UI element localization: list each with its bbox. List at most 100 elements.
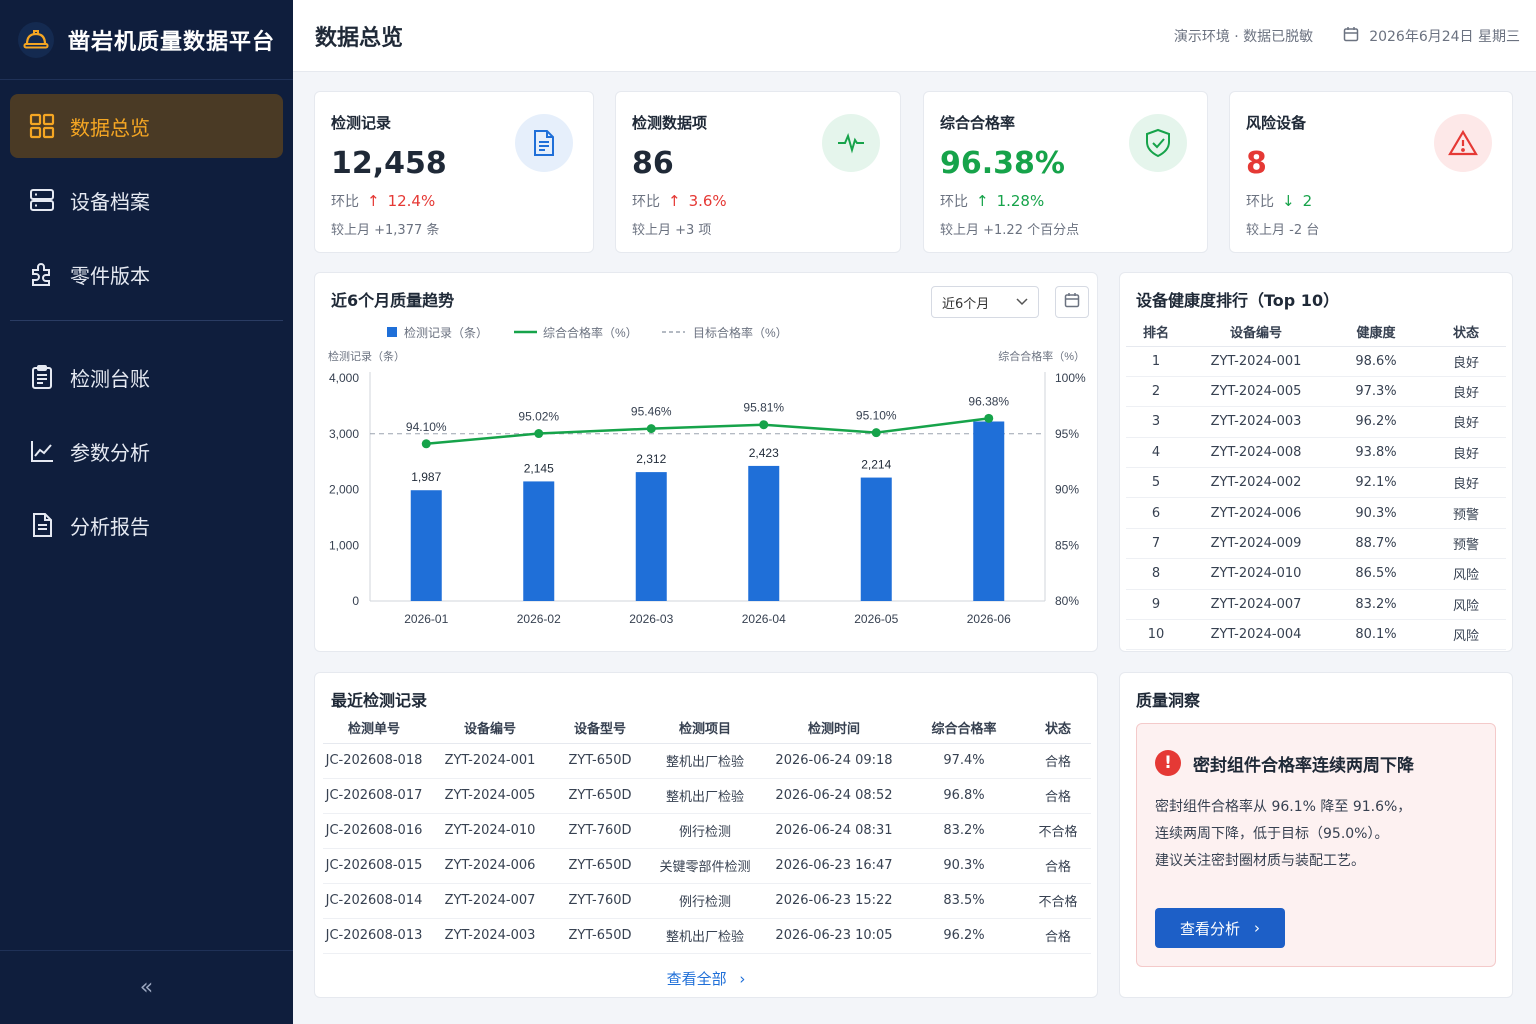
table-row[interactable]: 6 ZYT-2024-006 90.3% 预警 (1126, 497, 1506, 529)
kpi-mom: 环比 ↓ 2 (1246, 191, 1312, 211)
column-header: 综合合格率 (903, 713, 1025, 744)
y-tick-label-right: 80% (1055, 594, 1079, 608)
item-cell: 例行检测 (645, 813, 765, 849)
alert-icon: ! (1155, 750, 1181, 776)
status-cell: 合格 (1025, 743, 1091, 779)
records-card: 最近检测记录 检测单号 设备编号 设备型号 检测项目 检测时间 综合合格率 状态… (314, 672, 1098, 998)
device-id-cell: ZYT-2024-003 (1186, 406, 1326, 438)
server-icon (28, 186, 56, 214)
pass-rate-label: 95.02% (518, 410, 559, 424)
y-tick-label-left: 3,000 (329, 427, 359, 441)
sidebar-item-parts[interactable]: 零件版本 (10, 242, 283, 306)
health-cell: 98.6% (1326, 346, 1426, 377)
table-row[interactable]: 2 ZYT-2024-005 97.3% 良好 (1126, 376, 1506, 408)
ranking-title: 设备健康度排行（Top 10） (1136, 291, 1340, 310)
item-cell: 整机出厂检验 (645, 778, 765, 814)
status-cell: 良好 (1426, 346, 1506, 377)
status-cell: 预警 (1426, 497, 1506, 529)
calendar-icon (1343, 26, 1359, 46)
table-row[interactable]: 7 ZYT-2024-009 88.7% 预警 (1126, 528, 1506, 560)
sidebar-item-analysis[interactable]: 参数分析 (10, 419, 283, 483)
record-id-cell: JC-202608-013 (323, 918, 425, 954)
device-id-cell: ZYT-2024-005 (1186, 376, 1326, 408)
sidebar-item-label: 检测台账 (70, 366, 150, 391)
table-row[interactable]: JC-202608-015 ZYT-2024-006 ZYT-650D 关键零部件检测… (323, 848, 1091, 884)
kpi-detail: 较上月 +1,377 条 (331, 223, 440, 238)
sidebar-item-label: 分析报告 (70, 514, 150, 539)
status-cell: 良好 (1426, 437, 1506, 469)
table-row[interactable]: 4 ZYT-2024-008 93.8% 良好 (1126, 437, 1506, 469)
model-cell: ZYT-650D (555, 743, 645, 779)
mom-value: 3.6% (688, 192, 727, 210)
rank-cell: 3 (1126, 406, 1186, 438)
pass-rate-cell: 83.5% (903, 883, 1025, 919)
x-tick-label: 2026-05 (854, 612, 898, 626)
insight-headline: 密封组件合格率连续两周下降 (1193, 755, 1414, 776)
column-header: 排名 (1126, 318, 1186, 347)
sidebar-item-devices[interactable]: 设备档案 (10, 168, 283, 232)
sidebar-item-ledger[interactable]: 检测台账 (10, 345, 283, 409)
table-row[interactable]: 10 ZYT-2024-004 80.1% 风险 (1126, 619, 1506, 651)
table-header-row: 排名 设备编号 健康度 状态 (1126, 318, 1506, 347)
bar-value-label: 2,214 (861, 458, 891, 472)
collapse-sidebar-button[interactable]: « (0, 950, 293, 1024)
pass-rate-cell: 83.2% (903, 813, 1025, 849)
kpi-detail: 较上月 +3 项 (632, 223, 712, 238)
status-cell: 不合格 (1025, 883, 1091, 919)
env-label: 演示环境 · 数据已脱敏 (1173, 28, 1314, 45)
kpi-card-records: 检测记录 12,458 环比 ↑ 12.4% 较上月 +1,377 条 (314, 91, 594, 253)
record-id-cell: JC-202608-016 (323, 813, 425, 849)
column-header: 设备编号 (1186, 318, 1326, 347)
y-axis-left-title: 检测记录（条） (328, 349, 405, 363)
view-analysis-button[interactable]: 查看分析 › (1155, 908, 1285, 948)
shield-check-icon (1129, 114, 1187, 172)
model-cell: ZYT-760D (555, 813, 645, 849)
view-all-link[interactable]: 查看全部 › (315, 968, 1097, 989)
table-row[interactable]: JC-202608-013 ZYT-2024-003 ZYT-650D 整机出厂检验 2… (323, 918, 1091, 954)
header: 数据总览 演示环境 · 数据已脱敏 2026年6月24日 星期三 (293, 0, 1536, 72)
model-cell: ZYT-760D (555, 883, 645, 919)
trend-chart: 检测记录（条） 综合合格率（%） 目标合格率（%） 检测记录（条） 综合合格率（%） 0 1… (328, 325, 1086, 626)
status-cell: 风险 (1426, 589, 1506, 621)
table-row[interactable]: JC-202608-017 ZYT-2024-005 ZYT-650D 整机出厂检验 2… (323, 778, 1091, 814)
table-row[interactable]: 5 ZYT-2024-002 92.1% 良好 (1126, 467, 1506, 499)
table-row[interactable]: 3 ZYT-2024-003 96.2% 良好 (1126, 406, 1506, 438)
arrow-down-icon: ↓ (1282, 192, 1295, 210)
column-header: 设备型号 (555, 713, 645, 744)
item-cell: 例行检测 (645, 883, 765, 919)
insight-alert: ! 密封组件合格率连续两周下降 密封组件合格率从 96.1% 降至 91.6%，… (1136, 723, 1496, 967)
table-row[interactable]: JC-202608-018 ZYT-2024-001 ZYT-650D 整机出厂检验 2… (323, 743, 1091, 779)
y-tick-label-left: 2,000 (329, 483, 359, 497)
sidebar-item-overview[interactable]: 数据总览 (10, 94, 283, 158)
sidebar-item-reports[interactable]: 分析报告 (10, 493, 283, 557)
pass-rate-point (984, 413, 994, 423)
device-id-cell: ZYT-2024-003 (425, 918, 555, 954)
legend-label: 目标合格率（%） (693, 325, 788, 340)
column-header: 状态 (1025, 713, 1091, 744)
column-header: 检测时间 (765, 713, 903, 744)
legend-label: 综合合格率（%） (543, 325, 638, 340)
table-row[interactable]: 9 ZYT-2024-007 83.2% 风险 (1126, 589, 1506, 621)
arrow-up-icon: ↑ (668, 192, 681, 210)
table-row[interactable]: 1 ZYT-2024-001 98.6% 良好 (1126, 346, 1506, 377)
chevron-right-icon: › (739, 970, 746, 988)
table-row[interactable]: 8 ZYT-2024-010 86.5% 风险 (1126, 558, 1506, 590)
kpi-mom: 环比 ↑ 3.6% (632, 191, 727, 211)
pass-rate-label: 95.10% (856, 409, 897, 423)
document-icon (28, 511, 56, 539)
insight-card: 质量洞察 ! 密封组件合格率连续两周下降 密封组件合格率从 96.1% 降至 9… (1119, 672, 1513, 998)
sidebar-item-label: 设备档案 (70, 189, 150, 214)
mom-value: 12.4% (387, 192, 436, 210)
time-cell: 2026-06-24 08:52 (765, 778, 903, 814)
table-row[interactable]: JC-202608-016 ZYT-2024-010 ZYT-760D 例行检测 202… (323, 813, 1091, 849)
status-cell: 风险 (1426, 619, 1506, 651)
health-cell: 88.7% (1326, 528, 1426, 560)
table-row[interactable]: JC-202608-014 ZYT-2024-007 ZYT-760D 例行检测 202… (323, 883, 1091, 919)
rank-cell: 4 (1126, 437, 1186, 469)
page-title: 数据总览 (315, 25, 404, 51)
y-tick-label-left: 4,000 (329, 371, 359, 385)
bar-value-label: 1,987 (411, 470, 441, 484)
x-tick-label: 2026-04 (742, 612, 786, 626)
health-cell: 80.1% (1326, 619, 1426, 651)
time-cell: 2026-06-24 08:31 (765, 813, 903, 849)
